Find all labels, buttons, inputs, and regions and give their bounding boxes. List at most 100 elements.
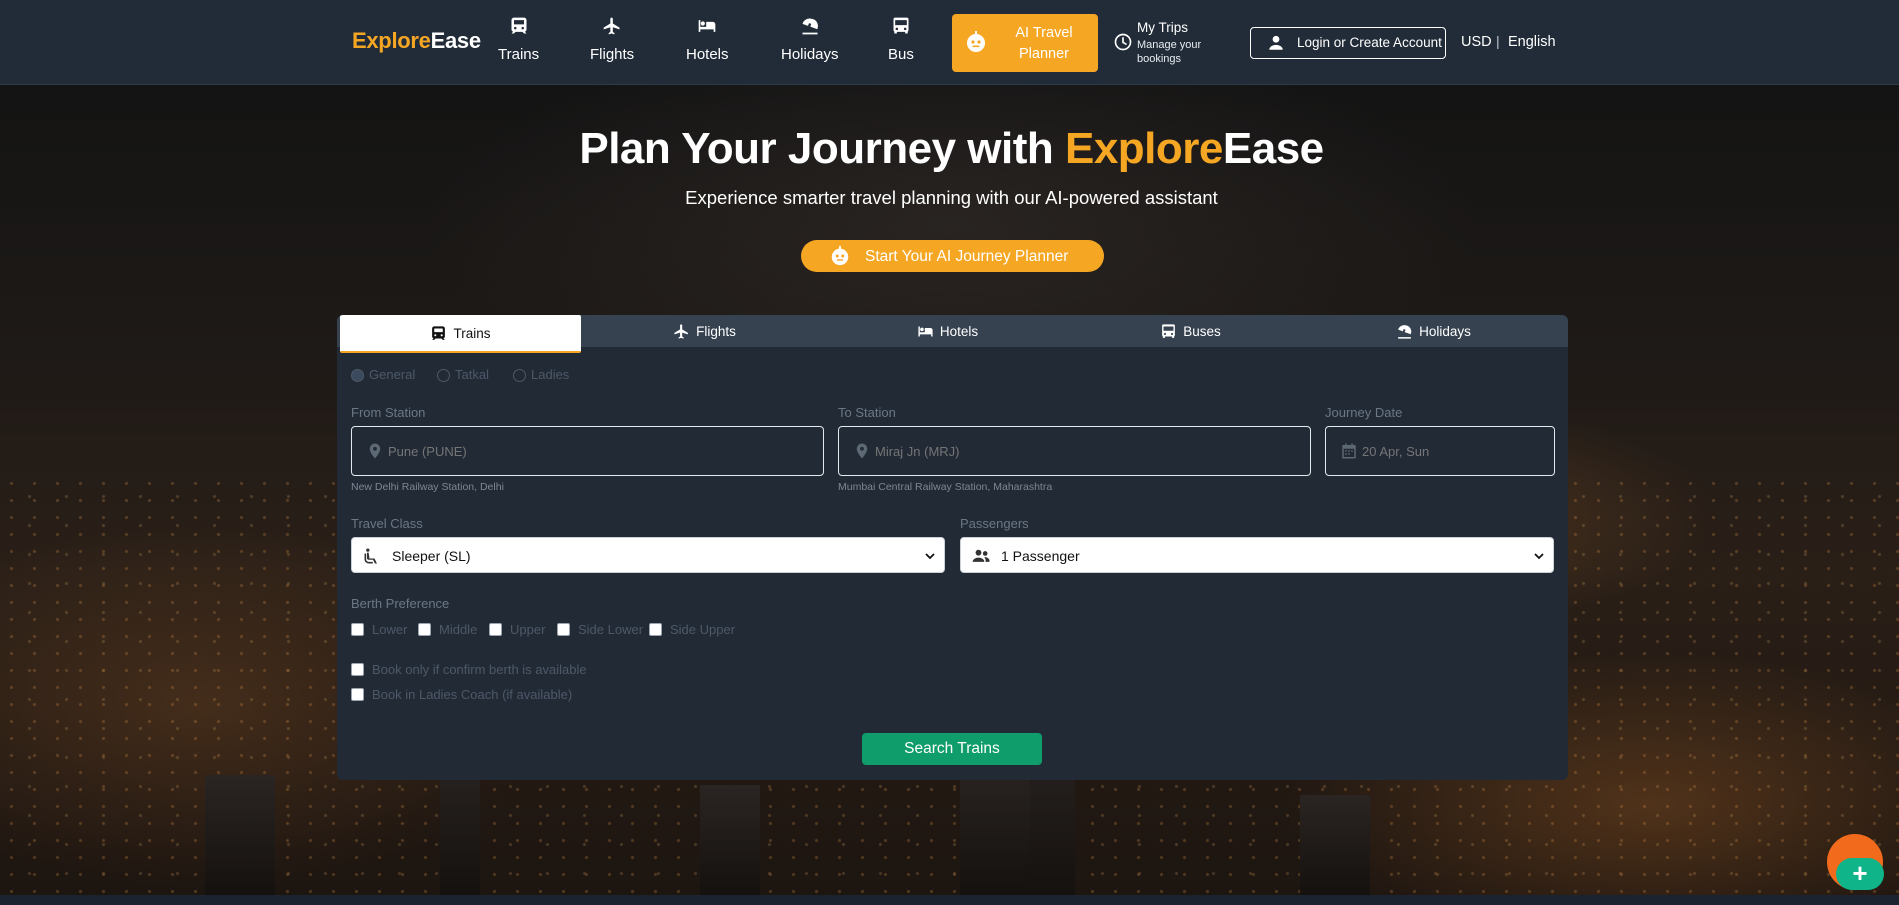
- radio-circle: [437, 369, 450, 382]
- ai-travel-planner-button[interactable]: AI Travel Planner: [952, 14, 1098, 72]
- robot-icon: [831, 245, 849, 266]
- checkbox-label: Book in Ladies Coach (if available): [372, 687, 573, 702]
- hero-subtitle: Experience smarter travel planning with …: [685, 187, 1218, 208]
- bed-icon: [686, 16, 729, 40]
- tab-label: Hotels: [939, 323, 979, 339]
- nav-item-holidays[interactable]: Holidays: [781, 16, 839, 63]
- ai-planner-label-line1: AI Travel: [1015, 25, 1073, 41]
- my-trips-title: My Trips: [1137, 20, 1189, 35]
- bed-icon: [918, 326, 933, 336]
- travel-class-select[interactable]: Sleeper (SL): [351, 537, 945, 573]
- add-fab-button[interactable]: +: [1836, 858, 1884, 890]
- journey-date-field[interactable]: [1325, 426, 1555, 476]
- checkbox-box: [557, 623, 570, 636]
- my-trips-subtitle: Manage your bookings: [1137, 39, 1202, 65]
- navbar: ExploreEase Trains Flights Hotels Holida…: [0, 0, 1899, 85]
- seat-icon: [364, 548, 377, 564]
- passengers-select[interactable]: 1 Passenger: [960, 537, 1554, 573]
- umbrella-beach-icon: [1398, 324, 1412, 339]
- nav-item-label: Bus: [888, 46, 914, 63]
- clock-icon: [1114, 33, 1132, 51]
- checkbox-label: Middle: [439, 622, 478, 637]
- checkbox-box: [649, 623, 662, 636]
- tab-buses[interactable]: Buses: [1069, 315, 1312, 347]
- journey-date-label: Journey Date: [1325, 405, 1403, 420]
- berth-preference-label: Berth Preference: [351, 596, 450, 611]
- from-station-hint: New Delhi Railway Station, Delhi: [351, 481, 504, 493]
- bottom-bar: [0, 895, 1899, 905]
- hero-title-highlight: Explore: [1064, 124, 1223, 173]
- robot-icon: [967, 31, 985, 52]
- checkbox-label: Upper: [510, 622, 546, 637]
- nav-item-label: Holidays: [781, 46, 839, 63]
- to-station-field[interactable]: [838, 426, 1311, 476]
- from-station-label: From Station: [351, 405, 426, 420]
- nav-item-label: Flights: [590, 46, 635, 63]
- tab-hotels[interactable]: Hotels: [826, 315, 1069, 347]
- tab-label: Trains: [453, 325, 491, 341]
- nav-item-trains[interactable]: Trains: [498, 16, 539, 63]
- train-icon: [432, 325, 446, 340]
- bus-icon: [1162, 323, 1176, 338]
- tab-flights[interactable]: Flights: [583, 315, 826, 347]
- travel-class-label: Travel Class: [351, 516, 423, 531]
- checkbox-box: [489, 623, 502, 636]
- passengers-value: 1 Passenger: [1001, 548, 1080, 564]
- train-icon: [498, 16, 539, 40]
- language-selector[interactable]: English: [1508, 34, 1556, 50]
- hero-title-prefix: Plan Your Journey with: [579, 124, 1065, 173]
- checkbox-label: Side Lower: [578, 622, 644, 637]
- tab-trains[interactable]: Trains: [340, 315, 581, 353]
- nav-item-bus[interactable]: Bus: [888, 16, 914, 63]
- search-card: Trains Flights Hotels Buses Holidays Gen…: [337, 315, 1568, 780]
- user-icon: [1269, 35, 1283, 50]
- nav-separator: |: [1496, 33, 1500, 49]
- checkbox-box: [351, 688, 364, 701]
- brand-logo-part2: Ease: [430, 28, 481, 53]
- from-station-input[interactable]: [388, 427, 815, 475]
- checkbox-label: Book only if confirm berth is available: [372, 662, 587, 677]
- checkbox-label: Lower: [372, 622, 408, 637]
- to-station-hint: Mumbai Central Railway Station, Maharash…: [838, 481, 1053, 493]
- radio-circle: [513, 369, 526, 382]
- travel-class-value: Sleeper (SL): [392, 548, 471, 564]
- passengers-label: Passengers: [960, 516, 1029, 531]
- start-button-label: Start Your AI Journey Planner: [865, 248, 1069, 265]
- chevron-down-icon: [925, 553, 935, 560]
- map-pin-icon: [369, 443, 381, 459]
- tab-label: Flights: [696, 323, 736, 339]
- from-station-field[interactable]: [351, 426, 824, 476]
- plane-icon: [590, 16, 634, 40]
- radio-label: General: [369, 367, 416, 382]
- nav-item-hotels[interactable]: Hotels: [686, 16, 729, 63]
- brand-logo-part1: Explore: [352, 28, 431, 53]
- radio-label: Ladies: [531, 367, 570, 382]
- users-icon: [972, 549, 990, 562]
- plane-icon: [674, 323, 688, 339]
- tab-holidays[interactable]: Holidays: [1312, 315, 1555, 347]
- tab-label: Buses: [1183, 323, 1221, 339]
- search-tabs: Trains Flights Hotels Buses Holidays: [337, 315, 1568, 353]
- radio-label: Tatkal: [455, 367, 489, 382]
- journey-date-input[interactable]: [1362, 427, 1546, 475]
- radio-circle: [351, 369, 364, 382]
- search-trains-button[interactable]: Search Trains: [862, 733, 1042, 765]
- hero-title: Plan Your Journey with ExploreEase: [0, 124, 1899, 174]
- login-button[interactable]: Login or Create Account: [1250, 27, 1446, 59]
- checkbox-box: [351, 623, 364, 636]
- chevron-down-icon: [1534, 553, 1544, 560]
- login-button-label: Login or Create Account: [1297, 35, 1442, 50]
- hero-title-suffix: Ease: [1222, 124, 1324, 173]
- checkbox-box: [418, 623, 431, 636]
- currency-selector[interactable]: USD: [1461, 34, 1492, 50]
- to-station-label: To Station: [838, 405, 896, 420]
- checkbox-box: [351, 663, 364, 676]
- brand-logo[interactable]: ExploreEase: [352, 28, 481, 54]
- start-ai-journey-planner-button[interactable]: Start Your AI Journey Planner: [801, 240, 1104, 272]
- nav-item-flights[interactable]: Flights: [590, 16, 634, 63]
- to-station-input[interactable]: [875, 427, 1302, 475]
- tab-label: Holidays: [1419, 323, 1471, 339]
- checkbox-label: Side Upper: [670, 622, 736, 637]
- nav-item-label: Trains: [498, 46, 540, 63]
- map-pin-icon: [856, 443, 868, 459]
